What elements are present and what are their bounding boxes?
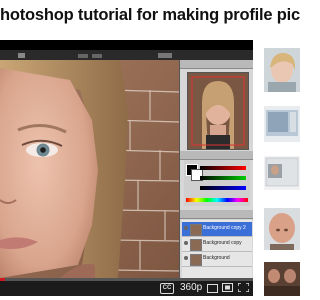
eye-icon[interactable]	[184, 226, 188, 230]
child-portrait-thumbnail[interactable]	[264, 48, 300, 92]
quality-button[interactable]: 360p	[180, 282, 202, 293]
layer-row[interactable]: Background copy	[182, 237, 252, 252]
expand-icon[interactable]	[222, 283, 233, 292]
fullscreen-icon[interactable]	[238, 283, 249, 292]
layer-name: Background copy	[203, 240, 242, 246]
captions-button[interactable]: CC	[160, 283, 174, 294]
navigator-thumbnail[interactable]	[187, 72, 249, 150]
navigator-tab[interactable]	[180, 60, 253, 69]
color-tab[interactable]	[180, 151, 253, 160]
window-screenshot-thumbnail[interactable]	[264, 156, 300, 190]
related-videos	[258, 40, 300, 300]
popout-icon[interactable]	[207, 284, 218, 293]
layer-name: Background	[203, 255, 230, 261]
blue-slider[interactable]	[200, 186, 246, 190]
screen-recording-thumbnail[interactable]	[264, 106, 300, 142]
layer-thumbnail	[190, 254, 202, 266]
progress-bar[interactable]	[0, 278, 253, 281]
video-player[interactable]: Background copy 2 Background copy Backgr…	[0, 40, 253, 296]
red-slider[interactable]	[200, 166, 246, 170]
layer-thumbnail	[190, 239, 202, 251]
eye-icon[interactable]	[184, 241, 188, 245]
layer-row[interactable]: Background	[182, 252, 252, 267]
green-slider[interactable]	[200, 176, 246, 180]
layers-tab[interactable]	[180, 210, 253, 219]
people-photo-thumbnail[interactable]	[264, 262, 300, 296]
navigator-portrait	[188, 73, 248, 149]
video-frame[interactable]: Background copy 2 Background copy Backgr…	[0, 50, 253, 278]
bald-head-thumbnail[interactable]	[264, 208, 300, 250]
photoshop-panels: Background copy 2 Background copy Backgr…	[179, 60, 253, 278]
color-panel[interactable]	[184, 160, 250, 206]
video-title: hotoshop tutorial for making profile pic…	[0, 6, 300, 24]
layers-panel: Background copy 2 Background copy Backgr…	[182, 220, 252, 278]
player-controls: CC 360p	[0, 278, 253, 296]
progress-fill	[0, 278, 6, 281]
spectrum-bar[interactable]	[186, 198, 248, 202]
layer-row[interactable]: Background copy 2	[182, 222, 252, 237]
layer-name: Background copy 2	[203, 225, 246, 231]
eye-icon[interactable]	[184, 256, 188, 260]
layer-thumbnail	[190, 224, 202, 236]
